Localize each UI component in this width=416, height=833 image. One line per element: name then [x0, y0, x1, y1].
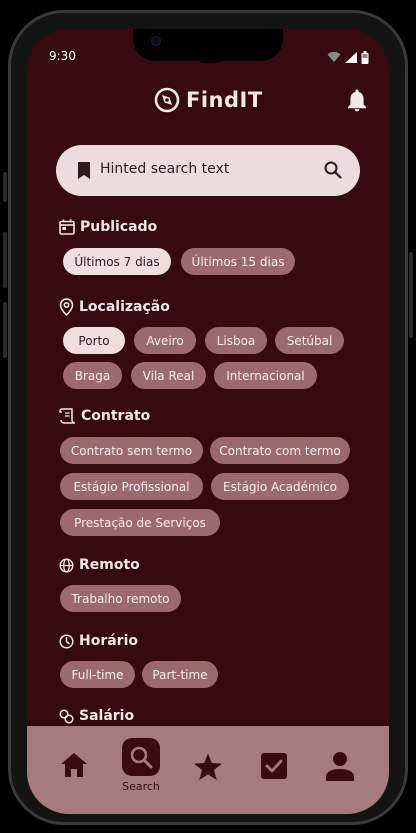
chip-ultimos-7-dias[interactable]: Últimos 7 dias [63, 248, 171, 275]
calendar-icon [59, 219, 75, 235]
chip-setubal[interactable]: Setúbal [275, 327, 344, 354]
nav-search-label: Search [122, 780, 160, 793]
chip-estagio-profissional[interactable]: Estágio Profissional [60, 473, 203, 500]
home-icon[interactable] [60, 752, 88, 778]
nav-applications[interactable] [261, 753, 287, 779]
app-header: FindIT [27, 85, 389, 117]
chip-prestacao-de-servicos[interactable]: Prestação de Serviços [60, 509, 220, 536]
chip-internacional[interactable]: Internacional [214, 362, 317, 389]
section-horario-title: Horário [59, 633, 138, 649]
volume-down-button [3, 302, 7, 358]
person-icon[interactable] [325, 751, 355, 781]
status-icons [327, 51, 369, 64]
coins-icon [59, 708, 74, 724]
location-pin-icon [59, 298, 74, 316]
globe-icon [59, 557, 74, 573]
star-icon[interactable] [193, 753, 223, 781]
nav-favorites[interactable] [193, 753, 223, 781]
search-icon[interactable] [324, 161, 342, 179]
app-screen: 9:30 FindIT Hinted search text Publicado… [27, 29, 389, 814]
chip-porto[interactable]: Porto [63, 327, 125, 354]
app-logo: FindIT [154, 87, 263, 113]
bookmark-icon[interactable] [78, 162, 90, 179]
chip-contrato-com-termo[interactable]: Contrato com termo [210, 437, 350, 464]
search-bar[interactable]: Hinted search text [56, 145, 360, 196]
status-bar: 9:30 [27, 49, 389, 65]
nav-search[interactable]: Search [122, 738, 160, 793]
checkbox-icon[interactable] [261, 753, 287, 779]
chip-estagio-academico[interactable]: Estágio Académico [211, 473, 349, 500]
section-label: Horário [79, 633, 139, 649]
nav-search-indicator[interactable] [122, 738, 160, 776]
section-publicado-title: Publicado [59, 219, 157, 235]
section-label: Contrato [81, 408, 151, 424]
section-salario-title: Salário [59, 708, 134, 724]
wifi-icon [327, 52, 341, 62]
chip-ultimos-15-dias[interactable]: Últimos 15 dias [181, 248, 295, 275]
camera-icon [151, 36, 161, 46]
nav-profile[interactable] [325, 751, 355, 781]
section-remoto-title: Remoto [59, 557, 140, 573]
section-label: Remoto [79, 557, 140, 573]
clock-icon [59, 633, 74, 649]
chip-contrato-sem-termo[interactable]: Contrato sem termo [60, 437, 203, 464]
chip-trabalho-remoto[interactable]: Trabalho remoto [60, 585, 181, 612]
compass-icon [154, 87, 180, 113]
bell-icon[interactable] [347, 88, 367, 112]
chip-aveiro[interactable]: Aveiro [134, 327, 196, 354]
volume-up-button [3, 232, 7, 288]
section-localizacao-title: Localização [59, 298, 170, 316]
section-label: Salário [79, 708, 135, 724]
search-icon[interactable] [129, 745, 153, 769]
bottom-navigation: Search [27, 726, 389, 814]
section-label: Localização [79, 299, 170, 315]
chip-vila-real[interactable]: Vila Real [131, 362, 206, 389]
chip-braga[interactable]: Braga [63, 362, 122, 389]
chip-full-time[interactable]: Full-time [60, 661, 135, 688]
cellular-icon [345, 52, 357, 63]
section-label: Publicado [80, 219, 158, 235]
app-name: FindIT [186, 88, 263, 112]
contract-scroll-icon [59, 408, 76, 424]
chip-part-time[interactable]: Part-time [142, 661, 218, 688]
status-time: 9:30 [49, 49, 76, 63]
chip-lisboa[interactable]: Lisboa [205, 327, 267, 354]
side-button [3, 172, 7, 202]
battery-icon [361, 51, 369, 64]
section-contrato-title: Contrato [59, 408, 150, 424]
search-input[interactable]: Hinted search text [100, 161, 229, 177]
nav-home[interactable] [60, 752, 88, 778]
power-button [409, 252, 413, 338]
